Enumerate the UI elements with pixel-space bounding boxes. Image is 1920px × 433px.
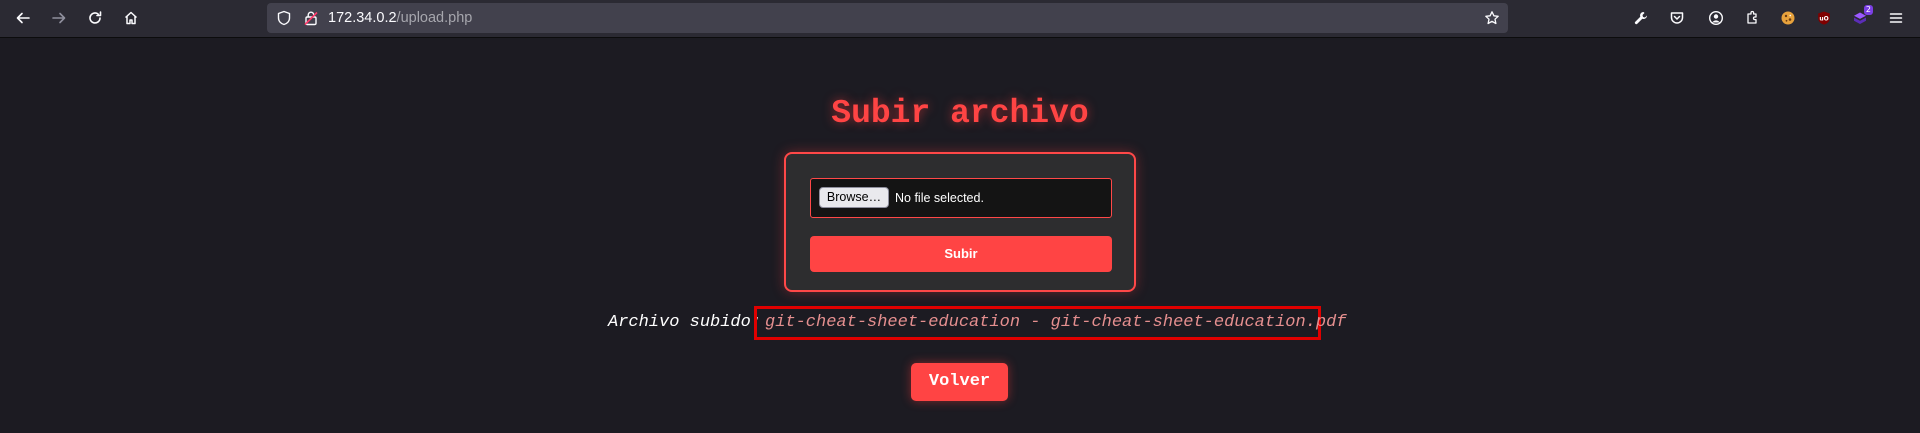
cookie-extension-icon[interactable] [1774,4,1802,32]
forward-arrow-icon[interactable] [45,4,73,32]
account-icon[interactable] [1702,4,1730,32]
url-path: /upload.php [396,10,473,26]
hamburger-menu-icon[interactable] [1882,4,1910,32]
url-host: 172.34.0.2 [328,10,397,26]
pocket-icon[interactable] [1663,4,1691,32]
page-title: Subir archivo [831,95,1089,132]
svg-text:uO: uO [1819,15,1828,22]
file-input[interactable]: Browse… No file selected. [810,178,1112,218]
bookmark-star-icon[interactable] [1484,10,1500,26]
back-arrow-icon[interactable] [9,4,37,32]
insecure-lock-icon[interactable] [303,10,319,26]
upload-result: Archivo subido: git-cheat-sheet-educatio… [0,306,1920,340]
browser-toolbar: 172.34.0.2/upload.php uO 2 [0,0,1920,38]
purple-extension-icon[interactable]: 2 [1846,4,1874,32]
uploaded-filename: git-cheat-sheet-education - git-cheat-sh… [754,306,1347,340]
extensions-puzzle-icon[interactable] [1738,4,1766,32]
extension-badge: 2 [1863,5,1873,15]
page-content: Subir archivo Browse… No file selected. … [0,38,1920,433]
shield-icon[interactable] [276,10,292,26]
address-bar[interactable]: 172.34.0.2/upload.php [267,3,1508,33]
reload-icon[interactable] [81,4,109,32]
back-button[interactable]: Volver [911,363,1008,401]
browse-button[interactable]: Browse… [819,187,889,208]
url-text: 172.34.0.2/upload.php [328,9,472,27]
home-icon[interactable] [117,4,145,32]
upload-submit-button[interactable]: Subir [810,236,1112,272]
result-label: Archivo subido: [608,313,762,332]
upload-form: Browse… No file selected. Subir [784,152,1136,292]
file-status-text: No file selected. [895,191,984,205]
ublock-origin-icon[interactable]: uO [1810,4,1838,32]
wrench-icon[interactable] [1627,4,1655,32]
